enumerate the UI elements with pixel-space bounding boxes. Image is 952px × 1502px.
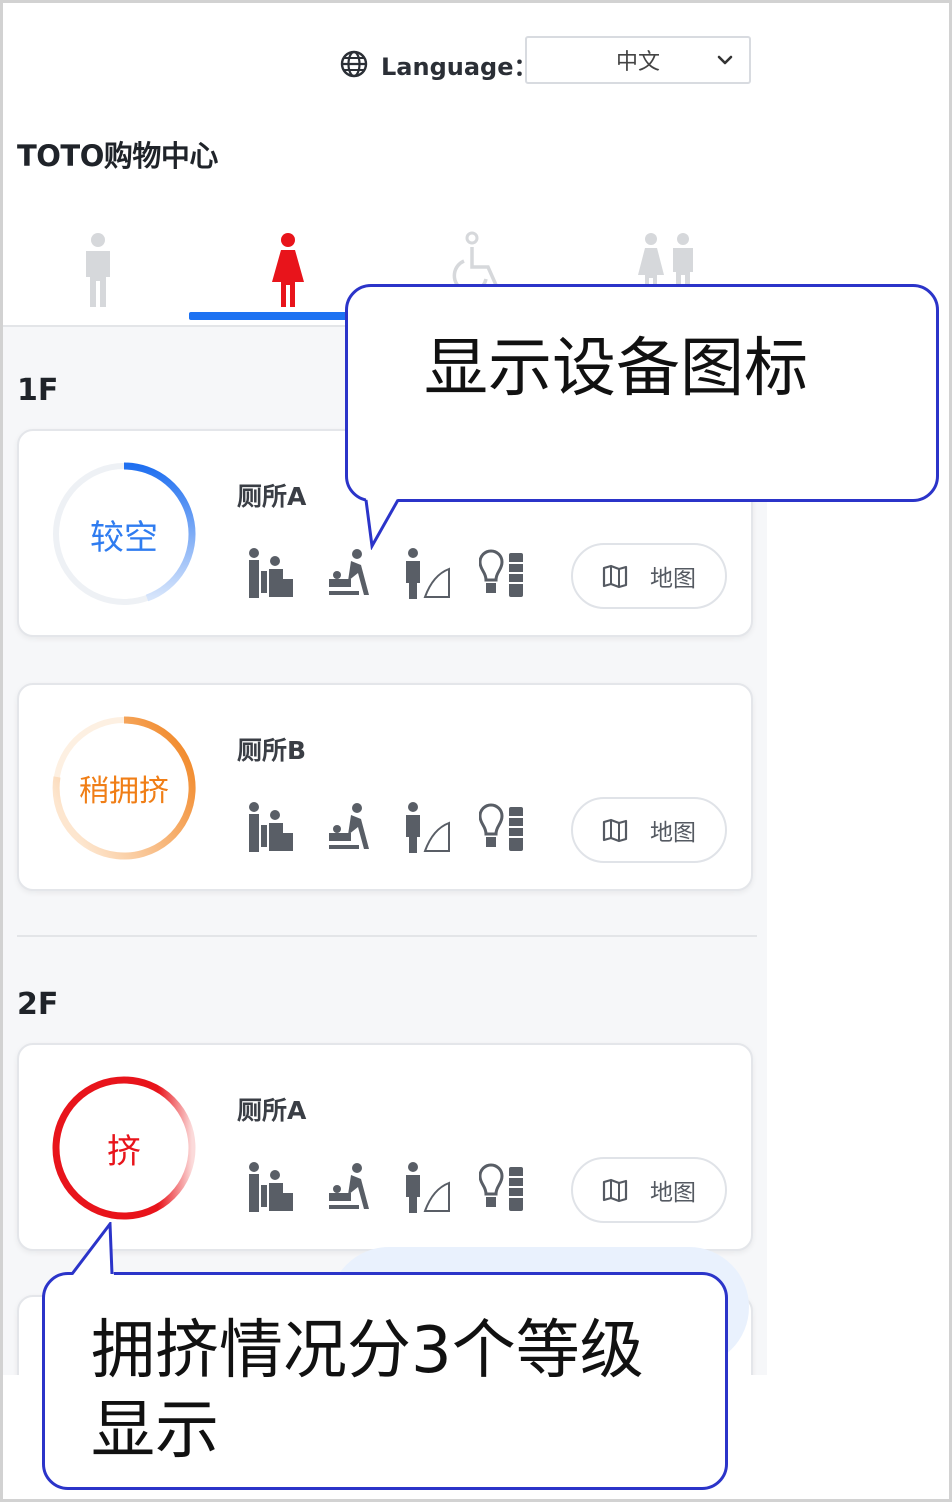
map-button[interactable]: 地图	[571, 797, 727, 863]
restroom-name: 厕所A	[237, 1096, 307, 1125]
fitting-board-icon	[406, 548, 450, 599]
floor-divider	[17, 935, 757, 937]
baby-changing-icon	[329, 1163, 369, 1209]
floor-heading-1f: 1F	[17, 373, 59, 408]
callout-pointer	[364, 498, 400, 550]
map-button[interactable]: 地图	[571, 1157, 727, 1223]
female-icon	[272, 233, 304, 307]
child-seat-icon	[249, 802, 293, 852]
fitting-board-icon	[406, 1162, 450, 1213]
map-icon	[602, 1178, 628, 1203]
page-title: TOTO购物中心	[17, 139, 218, 173]
chevron-down-icon	[717, 55, 733, 65]
male-icon	[86, 233, 110, 307]
restroom-name: 厕所A	[237, 482, 307, 511]
tab-male[interactable]	[3, 225, 193, 323]
baby-changing-icon	[329, 803, 369, 849]
baby-changing-icon	[329, 549, 369, 595]
language-select[interactable]: 中文	[525, 36, 751, 84]
child-seat-icon	[249, 1162, 293, 1212]
callout-pointer	[70, 1222, 114, 1276]
map-button[interactable]: 地图	[571, 543, 727, 609]
map-button-label: 地图	[650, 1180, 696, 1206]
annotation-text-line2: 显示	[91, 1394, 219, 1468]
congestion-status-label: 稍拥挤	[79, 774, 169, 809]
restroom-card[interactable]: 挤 厕所A 地图	[17, 1043, 753, 1251]
map-icon	[602, 564, 628, 589]
annotation-text-line1: 拥挤情况分3个等级	[91, 1314, 644, 1388]
language-row: Language：	[339, 39, 552, 89]
floor-heading-2f: 2F	[17, 987, 59, 1022]
congestion-status-label: 较空	[90, 517, 158, 558]
active-tab-indicator	[189, 312, 359, 320]
annotation-callout-equipment: 显示设备图标	[345, 284, 939, 502]
child-seat-icon	[249, 548, 293, 598]
restroom-card[interactable]: 稍拥挤 厕所B 地图	[17, 683, 753, 891]
congestion-status-label: 挤	[107, 1131, 141, 1172]
ostomate-icon	[479, 803, 523, 851]
map-button-label: 地图	[650, 820, 696, 846]
ostomate-icon	[479, 549, 523, 597]
language-label: Language：	[381, 52, 538, 81]
globe-icon	[340, 50, 368, 78]
map-button-label: 地图	[650, 566, 696, 592]
restroom-name: 厕所B	[237, 736, 307, 765]
map-icon	[602, 818, 628, 843]
ostomate-icon	[479, 1163, 523, 1211]
annotation-text: 显示设备图标	[424, 332, 808, 406]
fitting-board-icon	[406, 802, 450, 853]
annotation-callout-congestion: 拥挤情况分3个等级 显示	[42, 1272, 728, 1490]
language-selected-value: 中文	[615, 50, 660, 75]
app-screen: Language： 中文 TOTO购物中心 1F 较空 厕所A 地图 稍拥挤 厕…	[3, 3, 767, 1375]
